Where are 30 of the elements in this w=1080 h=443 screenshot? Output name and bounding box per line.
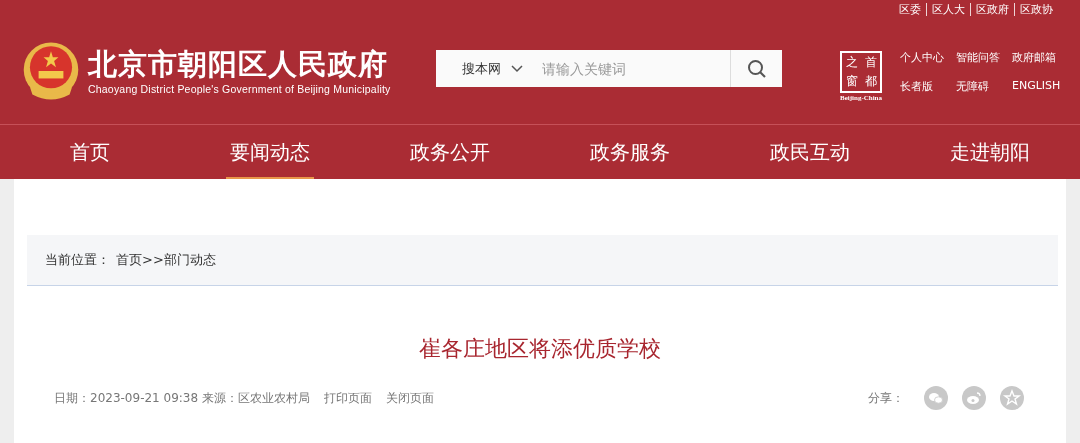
breadcrumb-label: 当前位置： bbox=[45, 251, 110, 269]
page-action-link[interactable]: 打印页面 bbox=[323, 389, 372, 407]
breadcrumb-link[interactable]: 首页>>部门动态 bbox=[116, 251, 216, 269]
article-title: 崔各庄地区将添优质学校 bbox=[418, 335, 662, 363]
nav-tab[interactable]: 政务服务 bbox=[540, 125, 720, 179]
search-button[interactable] bbox=[730, 50, 782, 87]
quick-link[interactable]: 长者版 bbox=[900, 79, 944, 94]
site-subtitle: Chaoyang District People's Government of Beijing Municipality bbox=[88, 83, 391, 95]
quick-link[interactable]: 无障碍 bbox=[956, 79, 1000, 94]
share-label: 分享： bbox=[868, 389, 904, 407]
quick-link[interactable]: 个人中心 bbox=[900, 50, 944, 65]
search-icon bbox=[746, 58, 767, 79]
top-link[interactable]: 区委 bbox=[894, 2, 926, 17]
nav-tab[interactable]: 政务公开 bbox=[360, 125, 540, 179]
quick-link[interactable]: ENGLISH bbox=[1012, 79, 1061, 94]
search-field[interactable]: 请输入关键词 bbox=[538, 50, 730, 87]
quick-link[interactable]: 智能问答 bbox=[956, 50, 1000, 65]
caret-icon bbox=[511, 64, 523, 73]
site-title[interactable]: 北京市朝阳区人民政府 bbox=[88, 47, 391, 81]
nav-tab[interactable]: 首页 bbox=[0, 125, 180, 179]
top-link[interactable]: 区政协 bbox=[1015, 2, 1058, 17]
page-action-link[interactable]: 关闭页面 bbox=[385, 389, 434, 407]
quick-link[interactable]: 政府邮箱 bbox=[1012, 50, 1061, 65]
nav-tab[interactable]: 走进朝阳 bbox=[900, 125, 1080, 179]
top-link[interactable]: 区人大 bbox=[927, 2, 970, 17]
top-link[interactable]: 区政府 bbox=[971, 2, 1014, 17]
article-meta: 日期：2023-09-21 09:38 来源：区农业农村局 bbox=[54, 389, 310, 407]
search-scope-dropdown[interactable]: 搜本网 bbox=[436, 50, 538, 87]
nav-tab[interactable]: 要闻动态 bbox=[180, 125, 360, 179]
nav-tab[interactable]: 政民互动 bbox=[720, 125, 900, 179]
